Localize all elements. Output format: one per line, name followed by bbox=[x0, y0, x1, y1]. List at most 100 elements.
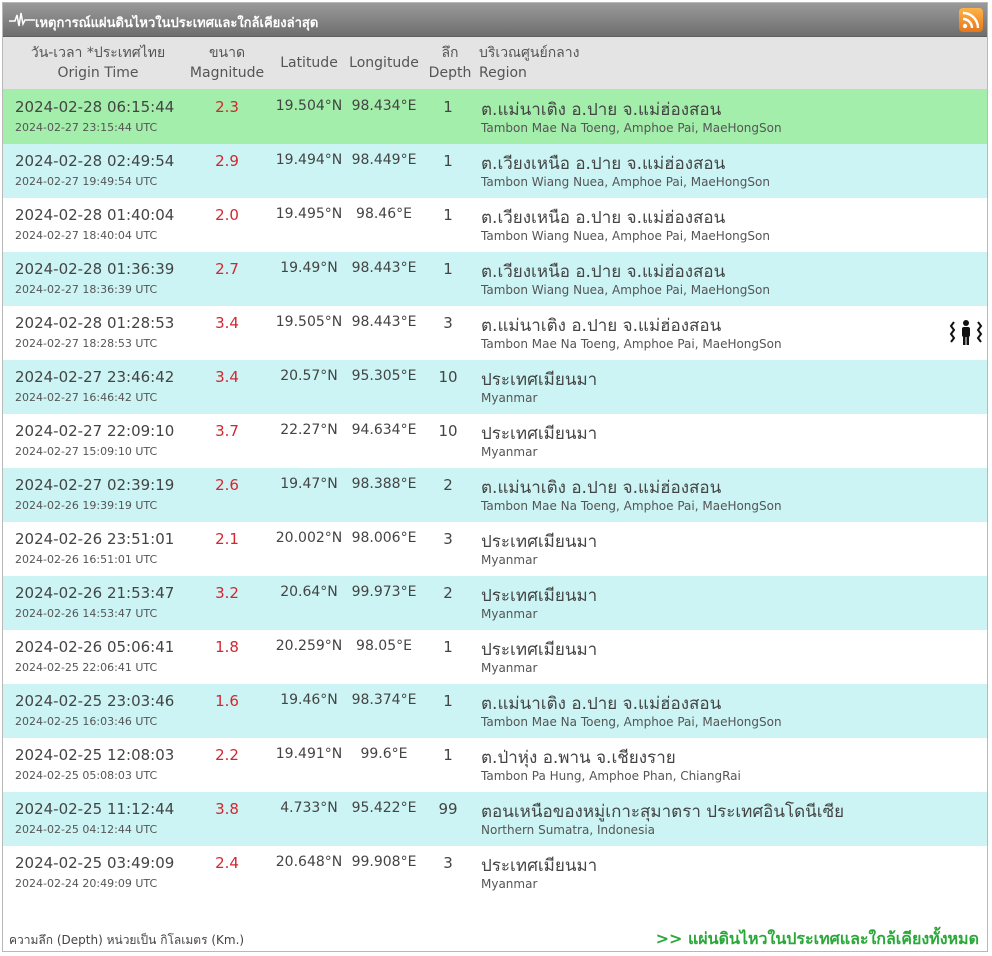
utc-time: 2024-02-25 05:08:03 UTC bbox=[15, 769, 158, 782]
region-english: Myanmar bbox=[481, 445, 538, 459]
utc-time: 2024-02-26 16:51:01 UTC bbox=[15, 553, 158, 566]
depth: 3 bbox=[443, 854, 453, 872]
utc-time: 2024-02-27 16:46:42 UTC bbox=[15, 391, 158, 404]
magnitude: 2.4 bbox=[215, 854, 239, 872]
region-thai[interactable]: ต.เวียงเหนือ อ.ปาย จ.แม่ฮ่องสอน bbox=[481, 258, 725, 285]
seismograph-icon bbox=[9, 12, 35, 27]
longitude: 98.006°E bbox=[351, 530, 417, 546]
region-english: Myanmar bbox=[481, 661, 538, 675]
table-header: วัน-เวลา *ประเทศไทย Origin Time ขนาด Magni… bbox=[3, 37, 987, 90]
latitude: 20.57°N bbox=[280, 368, 338, 384]
table-row[interactable]: 2024-02-27 23:46:42 2024-02-27 16:46:42 U… bbox=[3, 360, 987, 414]
latitude: 20.64°N bbox=[280, 584, 338, 600]
depth: 2 bbox=[443, 584, 453, 602]
region-english: Tambon Mae Na Toeng, Amphoe Pai, MaeHong… bbox=[481, 121, 782, 135]
utc-time: 2024-02-24 20:49:09 UTC bbox=[15, 877, 158, 890]
table-row[interactable]: 2024-02-28 01:40:04 2024-02-27 18:40:04 U… bbox=[3, 198, 987, 252]
region-thai[interactable]: ต.แม่นาเติง อ.ปาย จ.แม่ฮ่องสอน bbox=[481, 96, 721, 123]
origin-time: 2024-02-28 01:40:04 bbox=[15, 206, 175, 224]
table-row[interactable]: 2024-02-28 01:28:53 2024-02-27 18:28:53 U… bbox=[3, 306, 987, 360]
table-row[interactable]: 2024-02-28 06:15:44 2024-02-27 23:15:44 U… bbox=[3, 90, 987, 144]
region-thai[interactable]: ประเทศเมียนมา bbox=[481, 582, 597, 609]
magnitude: 3.2 bbox=[215, 584, 239, 602]
table-row[interactable]: 2024-02-26 05:06:41 2024-02-25 22:06:41 U… bbox=[3, 630, 987, 684]
region-thai[interactable]: ประเทศเมียนมา bbox=[481, 420, 597, 447]
region-thai[interactable]: ต.แม่นาเติง อ.ปาย จ.แม่ฮ่องสอน bbox=[481, 312, 721, 339]
longitude: 98.388°E bbox=[351, 476, 417, 492]
utc-time: 2024-02-27 23:15:44 UTC bbox=[15, 121, 158, 134]
region-thai[interactable]: ต.แม่นาเติง อ.ปาย จ.แม่ฮ่องสอน bbox=[481, 474, 721, 501]
origin-time: 2024-02-27 02:39:19 bbox=[15, 476, 175, 494]
magnitude: 1.6 bbox=[215, 692, 239, 710]
region-thai[interactable]: ประเทศเมียนมา bbox=[481, 528, 597, 555]
rss-icon[interactable] bbox=[959, 8, 983, 32]
latitude: 20.002°N bbox=[275, 530, 343, 546]
region-thai[interactable]: ต.เวียงเหนือ อ.ปาย จ.แม่ฮ่องสอน bbox=[481, 204, 725, 231]
latitude: 19.505°N bbox=[275, 314, 343, 330]
depth: 1 bbox=[443, 206, 453, 224]
region-english: Myanmar bbox=[481, 391, 538, 405]
region-english: Myanmar bbox=[481, 553, 538, 567]
table-row[interactable]: 2024-02-25 12:08:03 2024-02-25 05:08:03 U… bbox=[3, 738, 987, 792]
longitude: 98.374°E bbox=[351, 692, 417, 708]
table-row[interactable]: 2024-02-27 22:09:10 2024-02-27 15:09:10 U… bbox=[3, 414, 987, 468]
origin-time: 2024-02-27 23:46:42 bbox=[15, 368, 175, 386]
region-english: Tambon Pa Hung, Amphoe Phan, ChiangRai bbox=[481, 769, 741, 783]
longitude: 98.46°E bbox=[356, 206, 412, 222]
utc-time: 2024-02-27 18:40:04 UTC bbox=[15, 229, 158, 242]
magnitude: 2.1 bbox=[215, 530, 239, 548]
longitude: 98.434°E bbox=[351, 98, 417, 114]
magnitude: 3.4 bbox=[215, 314, 239, 332]
utc-time: 2024-02-25 22:06:41 UTC bbox=[15, 661, 158, 674]
origin-time: 2024-02-28 01:36:39 bbox=[15, 260, 175, 278]
utc-time: 2024-02-27 18:36:39 UTC bbox=[15, 283, 158, 296]
utc-time: 2024-02-25 16:03:46 UTC bbox=[15, 715, 158, 728]
depth: 2 bbox=[443, 476, 453, 494]
all-earthquakes-link[interactable]: >> แผ่นดินไหวในประเทศและใกล้เคียงทั้งหมด bbox=[656, 927, 979, 952]
region-thai[interactable]: ต.แม่นาเติง อ.ปาย จ.แม่ฮ่องสอน bbox=[481, 690, 721, 717]
depth-unit-note: ความลึก (Depth) หน่วยเป็น กิโลเมตร (Km.) bbox=[9, 933, 245, 947]
origin-time: 2024-02-25 03:49:09 bbox=[15, 854, 175, 872]
magnitude: 3.8 bbox=[215, 800, 239, 818]
region-thai[interactable]: ตอนเหนือของหมู่เกาะสุมาตรา ประเทศอินโดนี… bbox=[481, 798, 844, 825]
region-thai[interactable]: ประเทศเมียนมา bbox=[481, 636, 597, 663]
region-thai[interactable]: ประเทศเมียนมา bbox=[481, 366, 597, 393]
latitude: 22.27°N bbox=[280, 422, 338, 438]
magnitude: 2.6 bbox=[215, 476, 239, 494]
table-row[interactable]: 2024-02-26 21:53:47 2024-02-26 14:53:47 U… bbox=[3, 576, 987, 630]
table-row[interactable]: 2024-02-28 02:49:54 2024-02-27 19:49:54 U… bbox=[3, 144, 987, 198]
table-row[interactable]: 2024-02-28 01:36:39 2024-02-27 18:36:39 U… bbox=[3, 252, 987, 306]
depth: 1 bbox=[443, 692, 453, 710]
region-english: Tambon Wiang Nuea, Amphoe Pai, MaeHongSo… bbox=[481, 229, 770, 243]
longitude: 99.6°E bbox=[360, 746, 408, 762]
utc-time: 2024-02-27 18:28:53 UTC bbox=[15, 337, 158, 350]
region-thai[interactable]: ต.เวียงเหนือ อ.ปาย จ.แม่ฮ่องสอน bbox=[481, 150, 725, 177]
table-row[interactable]: 2024-02-26 23:51:01 2024-02-26 16:51:01 U… bbox=[3, 522, 987, 576]
earthquake-list: 2024-02-28 06:15:44 2024-02-27 23:15:44 U… bbox=[3, 90, 987, 900]
region-english: Tambon Wiang Nuea, Amphoe Pai, MaeHongSo… bbox=[481, 175, 770, 189]
region-english: Tambon Mae Na Toeng, Amphoe Pai, MaeHong… bbox=[481, 715, 782, 729]
earthquake-panel: เหตุการณ์แผ่นดินไหวในประเทศและใกล้เคียงล… bbox=[2, 2, 988, 952]
region-thai[interactable]: ต.ป่าหุ่ง อ.พาน จ.เชียงราย bbox=[481, 744, 676, 771]
header-latitude: Latitude bbox=[280, 55, 338, 71]
table-row[interactable]: 2024-02-25 23:03:46 2024-02-25 16:03:46 U… bbox=[3, 684, 987, 738]
origin-time: 2024-02-28 01:28:53 bbox=[15, 314, 175, 332]
latitude: 19.504°N bbox=[275, 98, 343, 114]
utc-time: 2024-02-27 19:49:54 UTC bbox=[15, 175, 158, 188]
utc-time: 2024-02-26 14:53:47 UTC bbox=[15, 607, 158, 620]
origin-time: 2024-02-26 05:06:41 bbox=[15, 638, 175, 656]
longitude: 95.422°E bbox=[351, 800, 417, 816]
header-magnitude: ขนาด Magnitude bbox=[189, 45, 265, 81]
header-region: บริเวณศูนย์กลาง Region bbox=[479, 45, 580, 81]
table-row[interactable]: 2024-02-25 03:49:09 2024-02-24 20:49:09 U… bbox=[3, 846, 987, 900]
table-row[interactable]: 2024-02-25 11:12:44 2024-02-25 04:12:44 U… bbox=[3, 792, 987, 846]
table-row[interactable]: 2024-02-27 02:39:19 2024-02-26 19:39:19 U… bbox=[3, 468, 987, 522]
magnitude: 2.2 bbox=[215, 746, 239, 764]
latitude: 20.648°N bbox=[275, 854, 343, 870]
region-english: Northern Sumatra, Indonesia bbox=[481, 823, 656, 837]
region-english: Tambon Mae Na Toeng, Amphoe Pai, MaeHong… bbox=[481, 499, 782, 513]
latitude: 19.494°N bbox=[275, 152, 343, 168]
longitude: 98.443°E bbox=[351, 314, 417, 330]
region-thai[interactable]: ประเทศเมียนมา bbox=[481, 852, 597, 879]
longitude: 99.908°E bbox=[351, 854, 417, 870]
